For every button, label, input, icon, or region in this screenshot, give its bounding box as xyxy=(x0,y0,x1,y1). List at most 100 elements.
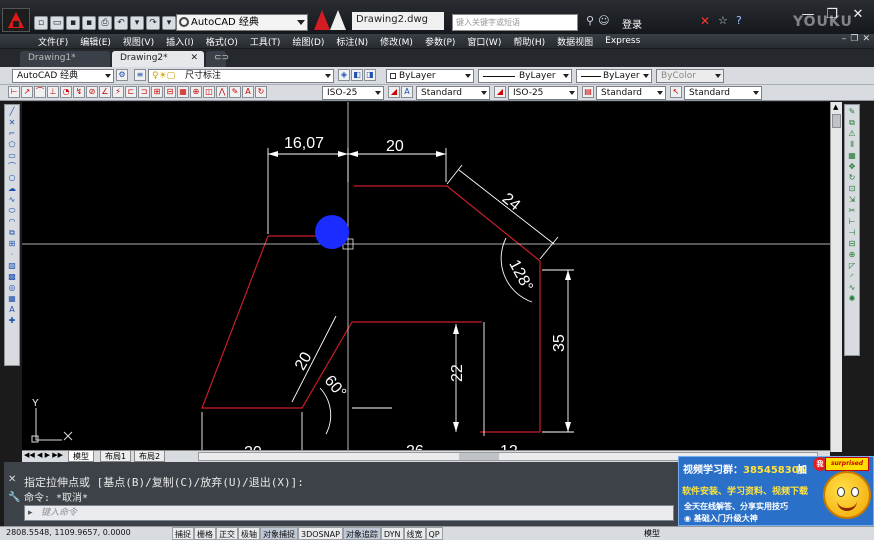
menu-view[interactable]: 视图(V) xyxy=(123,35,154,48)
binoculars-icon[interactable]: ⚲ xyxy=(586,14,594,27)
trim-icon[interactable]: ✂ xyxy=(847,206,858,216)
save-icon[interactable]: ▪ xyxy=(66,16,80,30)
save-as-icon[interactable]: ▪ xyxy=(82,16,96,30)
textstyle-combo[interactable]: Standard xyxy=(416,86,490,100)
table-style-icon[interactable]: ▤ xyxy=(582,86,594,98)
linetype-combo[interactable]: ByLayer xyxy=(478,69,572,83)
dim-style-manager-icon[interactable]: ◢ xyxy=(494,86,506,98)
angular-dim-icon[interactable]: ∠ xyxy=(99,86,111,98)
toggle-qp[interactable]: QP xyxy=(425,527,443,540)
ordinate-dim-icon[interactable]: ⊥ xyxy=(47,86,59,98)
toggle-3dosnap[interactable]: 3DOSNAP xyxy=(298,527,343,540)
revision-cloud-icon[interactable]: ☁ xyxy=(7,184,18,194)
add-selected-icon[interactable]: ✚ xyxy=(7,316,18,326)
doc-minimize-button[interactable]: – xyxy=(842,34,847,44)
move-icon[interactable]: ✥ xyxy=(847,162,858,172)
diameter-dim-icon[interactable]: ⊘ xyxy=(86,86,98,98)
tolerance-icon[interactable]: ▦ xyxy=(177,86,189,98)
array-icon[interactable]: ▦ xyxy=(847,151,858,161)
drawing-canvas[interactable]: Y 16,07 20 24 128° 35 20 60° 22 20 26 12 xyxy=(22,102,830,452)
circle-icon[interactable]: ○ xyxy=(7,173,18,183)
login-link[interactable]: 登录 xyxy=(622,16,642,31)
dim-text-angle-right[interactable]: 128° xyxy=(505,257,536,294)
menu-window[interactable]: 窗口(W) xyxy=(467,35,501,48)
dim-space-icon[interactable]: ⊞ xyxy=(151,86,163,98)
scroll-up-icon[interactable]: ▲ xyxy=(833,103,838,111)
tablestyle-combo[interactable]: Standard xyxy=(596,86,666,100)
tab-drawing1[interactable]: Drawing1* xyxy=(20,51,110,67)
polygon-icon[interactable]: ⬠ xyxy=(7,140,18,150)
join-icon[interactable]: ⊕ xyxy=(847,250,858,260)
tab-layout2[interactable]: 布局2 xyxy=(134,451,166,462)
dim-text-right-vertical[interactable]: 35 xyxy=(551,334,568,352)
wrench-icon[interactable]: 🔧 xyxy=(8,492,20,503)
radius-dim-icon[interactable]: ◔ xyxy=(60,86,72,98)
text-style-icon[interactable]: A xyxy=(401,86,413,98)
continue-dim-icon[interactable]: ⊐ xyxy=(138,86,150,98)
tab-drawing2[interactable]: Drawing2* ✕ xyxy=(112,51,204,67)
make-block-icon[interactable]: ⊞ xyxy=(7,239,18,249)
workspace-settings-icon[interactable]: ⚙ xyxy=(116,69,128,81)
baseline-dim-icon[interactable]: ⊏ xyxy=(125,86,137,98)
center-mark-icon[interactable]: ⊕ xyxy=(190,86,202,98)
star-icon[interactable]: ☆ xyxy=(718,14,728,27)
region-icon[interactable]: ◎ xyxy=(7,283,18,293)
toggle-dyn[interactable]: DYN xyxy=(380,527,404,540)
help-icon[interactable]: ? xyxy=(736,14,742,27)
scale-icon[interactable]: ⊡ xyxy=(847,184,858,194)
erase-icon[interactable]: ✎ xyxy=(847,107,858,117)
toggle-snap[interactable]: 捕捉 xyxy=(172,527,194,540)
copy-icon[interactable]: ⧉ xyxy=(847,118,858,128)
dim-text-slanted-top[interactable]: 24 xyxy=(499,190,524,214)
dim-text-inner-vertical[interactable]: 22 xyxy=(449,364,466,382)
exchange-icon[interactable]: ✕ xyxy=(700,14,710,28)
table-icon[interactable]: ▦ xyxy=(7,294,18,304)
menu-file[interactable]: 文件(F) xyxy=(38,35,68,48)
dim-break-icon[interactable]: ⊟ xyxy=(164,86,176,98)
toggle-polar[interactable]: 极轴 xyxy=(238,527,260,540)
search-input[interactable]: 键入关键字或短语 xyxy=(452,14,578,31)
insert-block-icon[interactable]: ⧉ xyxy=(7,228,18,238)
menu-parametric[interactable]: 参数(P) xyxy=(425,35,455,48)
redo-icon[interactable]: ↷ xyxy=(146,16,160,30)
stretch-icon[interactable]: ⇲ xyxy=(847,195,858,205)
menu-format[interactable]: 格式(O) xyxy=(206,35,238,48)
break-point-icon[interactable]: ⊣ xyxy=(847,228,858,238)
arc-length-icon[interactable]: ⌒ xyxy=(34,86,46,98)
tab-layout1[interactable]: 布局1 xyxy=(100,451,132,462)
menu-tools[interactable]: 工具(T) xyxy=(250,35,281,48)
lineweight-combo[interactable]: ByLayer xyxy=(576,69,652,83)
tab-model[interactable]: 模型 xyxy=(68,451,94,462)
dim-text-top-left[interactable]: 16,07 xyxy=(284,135,324,152)
layout-nav-arrows[interactable]: ◀◀ ◀ ▶ ▶▶ xyxy=(24,451,63,459)
menu-draw[interactable]: 绘图(D) xyxy=(292,35,324,48)
upper-profile[interactable] xyxy=(354,185,541,432)
make-current-icon[interactable]: ◈ xyxy=(338,69,350,81)
dimstyle-combo[interactable]: ISO-25 xyxy=(322,86,384,100)
mtext-icon[interactable]: A xyxy=(7,305,18,315)
line-icon[interactable]: ╱ xyxy=(7,107,18,117)
vertical-scrollbar[interactable]: ▲ xyxy=(830,102,842,452)
fillet-icon[interactable]: ◜ xyxy=(847,272,858,282)
dimstyle-combo-2[interactable]: ISO-25 xyxy=(508,86,578,100)
dim-style-icon[interactable]: ◢ xyxy=(388,86,400,98)
toggle-grid[interactable]: 栅格 xyxy=(194,527,216,540)
workspace-dropdown[interactable]: AutoCAD 经典 xyxy=(176,14,308,31)
dim-text-angle-mid[interactable]: 60° xyxy=(321,372,350,401)
doc-close-button[interactable]: ✕ xyxy=(862,34,870,44)
hatch-icon[interactable]: ▨ xyxy=(7,261,18,271)
menu-dimension[interactable]: 标注(N) xyxy=(336,35,368,48)
multileader-style-icon[interactable]: ↖ xyxy=(670,86,682,98)
user-icon[interactable]: ☺ xyxy=(598,14,609,27)
jogged-dim-icon[interactable]: ↯ xyxy=(73,86,85,98)
model-space-button[interactable]: 模型 xyxy=(644,528,660,539)
menu-edit[interactable]: 编辑(E) xyxy=(80,35,111,48)
menu-modify[interactable]: 修改(M) xyxy=(380,35,413,48)
dim-text-slanted-mid[interactable]: 20 xyxy=(292,349,316,373)
print-icon[interactable]: ⎙ xyxy=(98,16,112,30)
menu-data-view[interactable]: 数据视图 xyxy=(557,35,593,48)
close-icon[interactable]: ✕ xyxy=(8,474,16,485)
new-tab-button[interactable]: ⊂⊃ xyxy=(206,51,229,67)
command-input[interactable]: ▸ 键入命令 xyxy=(24,505,674,521)
drawing-svg[interactable]: Y 16,07 20 24 128° 35 20 60° 22 20 26 12 xyxy=(22,102,830,452)
